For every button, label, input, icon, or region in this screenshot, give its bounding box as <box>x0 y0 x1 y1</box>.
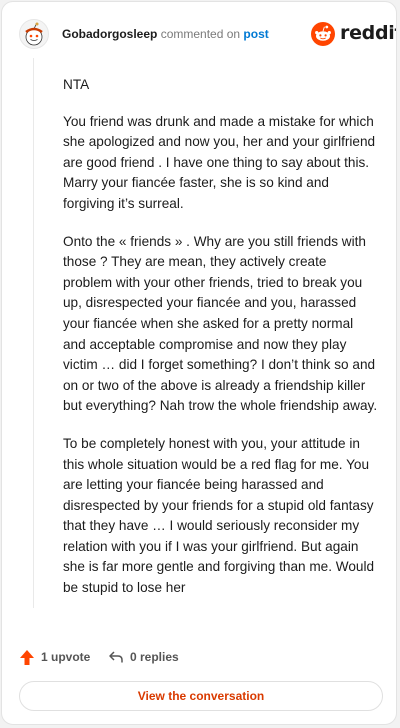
comment-body: NTA You friend was drunk and made a mist… <box>63 75 379 616</box>
comment-actions: 1 upvote 0 replies <box>19 647 379 667</box>
reddit-logo-icon <box>311 22 335 46</box>
comment-card: Gobadorgosleep commented on post reddit … <box>1 1 397 725</box>
snoo-avatar-icon <box>25 22 43 46</box>
comment-paragraph: NTA <box>63 77 90 92</box>
comment-paragraph: To be completely honest with you, your a… <box>63 435 375 596</box>
comment-meta: Gobadorgosleep commented on post <box>62 27 269 41</box>
comment-paragraph: Onto the « friends » . Why are you still… <box>63 233 378 414</box>
view-conversation-button[interactable]: View the conversation <box>19 681 383 711</box>
avatar[interactable] <box>19 19 49 49</box>
upvote-arrow-icon <box>20 649 34 665</box>
thread-line <box>33 58 34 608</box>
upvote-button[interactable]: 1 upvote <box>19 647 90 667</box>
reply-arrow-icon <box>109 651 123 663</box>
comment-paragraph: You friend was drunk and made a mistake … <box>63 113 376 211</box>
upvote-count: 1 upvote <box>41 650 91 664</box>
post-link[interactable]: post <box>243 27 268 41</box>
replies-button[interactable]: 0 replies <box>108 647 179 667</box>
reply-count: 0 replies <box>130 650 179 664</box>
username-link[interactable]: Gobadorgosleep <box>62 27 157 41</box>
reddit-wordmark: reddit <box>340 22 397 44</box>
comment-header: Gobadorgosleep commented on post reddit <box>2 2 396 62</box>
comment-action-text: commented on <box>160 27 241 41</box>
